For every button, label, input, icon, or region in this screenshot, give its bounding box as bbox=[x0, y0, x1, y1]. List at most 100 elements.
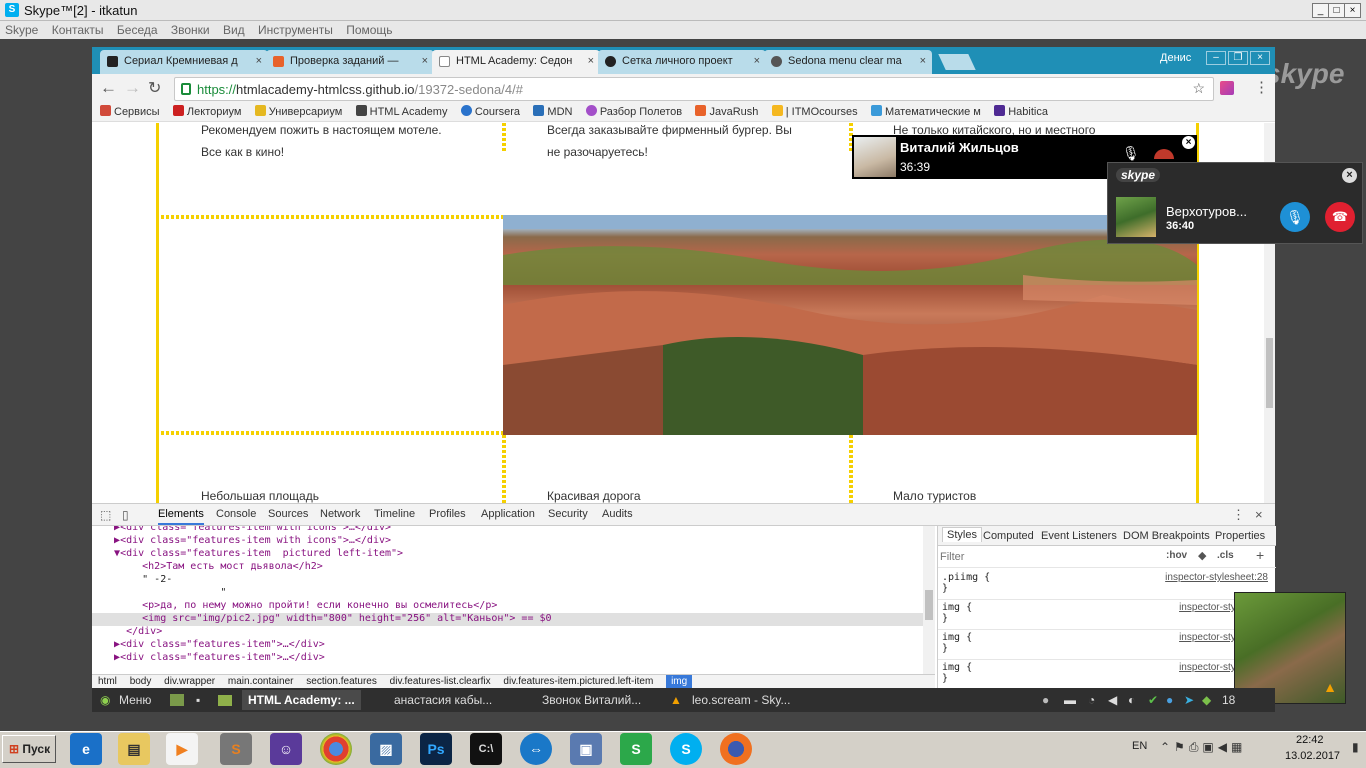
styles-tab-event-listeners[interactable]: Event Listeners bbox=[1041, 530, 1117, 542]
dom-node[interactable]: <p>да, по нему можно пройти! если конечн… bbox=[92, 600, 935, 613]
bookmark-itmocourses[interactable]: | ITMOcourses bbox=[771, 105, 858, 118]
dom-text-node[interactable]: " -2- bbox=[92, 574, 935, 587]
panel-window-call[interactable]: Звонок Виталий... bbox=[542, 693, 641, 707]
devtools-tab-sources[interactable]: Sources bbox=[268, 508, 308, 520]
menu-contacts[interactable]: Контакты bbox=[47, 21, 109, 39]
breadcrumb-item[interactable]: main.container bbox=[228, 675, 294, 688]
devtools-tab-audits[interactable]: Audits bbox=[602, 508, 633, 520]
breadcrumb-item[interactable]: section.features bbox=[306, 675, 377, 688]
styles-tab-dom-breakpoints[interactable]: DOM Breakpoints bbox=[1123, 530, 1210, 542]
panel-window-anastasia[interactable]: анастасия кабы... bbox=[394, 693, 492, 707]
user-icon[interactable]: ● bbox=[1042, 693, 1049, 707]
terminal-icon[interactable] bbox=[170, 694, 184, 706]
browser-close-button[interactable]: × bbox=[1250, 51, 1270, 65]
close-icon[interactable]: × bbox=[1182, 136, 1195, 149]
styles-tab-styles[interactable]: Styles bbox=[942, 527, 982, 542]
bookmark-mdn[interactable]: MDN bbox=[533, 105, 572, 118]
menu-calls[interactable]: Звонки bbox=[166, 21, 215, 39]
hang-up-button[interactable]: ☎ bbox=[1325, 202, 1355, 232]
address-bar[interactable]: https://htmlacademy-htmlcss.github.io/19… bbox=[174, 77, 1214, 101]
tab-close-icon[interactable]: × bbox=[920, 55, 926, 67]
dom-node[interactable]: ▶<div class="features-item">…</div> bbox=[92, 652, 935, 665]
bookmark-coursera[interactable]: Coursera bbox=[460, 105, 520, 118]
bookmark-lectorium[interactable]: Лекториум bbox=[172, 105, 241, 118]
bookmark-services[interactable]: Сервисы bbox=[100, 105, 160, 118]
image-viewer-icon[interactable]: ▨ bbox=[370, 733, 402, 765]
headset-icon[interactable]: ◐ bbox=[1128, 693, 1135, 707]
maximize-button[interactable]: □ bbox=[1328, 3, 1345, 18]
elements-scroll-thumb[interactable] bbox=[925, 590, 933, 620]
chrome-icon[interactable] bbox=[320, 733, 352, 765]
paint-bucket-icon[interactable]: ◆ bbox=[1198, 549, 1206, 562]
dom-node[interactable]: </div> bbox=[92, 626, 935, 639]
bookmark-habitica[interactable]: Habitica bbox=[994, 105, 1048, 118]
css-rule[interactable]: img { } inspector-stylesheet bbox=[938, 630, 1276, 660]
shield-icon[interactable]: ◆ bbox=[1202, 693, 1211, 707]
dom-text-node[interactable]: " bbox=[92, 587, 935, 600]
breadcrumb-item[interactable]: div.wrapper bbox=[164, 675, 215, 688]
devtools-tab-network[interactable]: Network bbox=[320, 508, 360, 520]
tab-close-icon[interactable]: × bbox=[256, 55, 262, 67]
dom-node[interactable]: ▶<div class="features-item">…</div> bbox=[92, 639, 935, 652]
devtools-tab-application[interactable]: Application bbox=[481, 508, 535, 520]
panel-window-html-academy[interactable]: HTML Academy: ... bbox=[242, 690, 361, 710]
clock-time[interactable]: 22:42 bbox=[1296, 734, 1324, 746]
bookmark-javarush[interactable]: JavaRush bbox=[695, 105, 758, 118]
profile-name[interactable]: Денис bbox=[1160, 52, 1191, 64]
css-rule[interactable]: img { } inspector-stylesheet bbox=[938, 600, 1276, 630]
dom-node-selected[interactable]: <img src="img/pic2.jpg" width="800" heig… bbox=[92, 613, 935, 626]
hang-up-icon[interactable] bbox=[1154, 149, 1174, 159]
forward-arrow-icon[interactable]: → bbox=[124, 78, 141, 98]
flag-icon[interactable]: ▬ bbox=[1064, 693, 1076, 707]
devtools-tab-timeline[interactable]: Timeline bbox=[374, 508, 415, 520]
new-tab-button[interactable] bbox=[938, 54, 976, 70]
firefox-icon[interactable] bbox=[720, 733, 752, 765]
mint-menu-button[interactable]: Меню bbox=[119, 693, 151, 707]
bookmark-math[interactable]: Математические м bbox=[871, 105, 981, 118]
breadcrumb-item-active[interactable]: img bbox=[666, 675, 693, 688]
styles-tab-computed[interactable]: Computed bbox=[983, 530, 1034, 542]
app-s-icon[interactable]: S bbox=[620, 733, 652, 765]
hov-toggle[interactable]: :hov bbox=[1166, 550, 1187, 561]
reload-icon[interactable]: ↻ bbox=[148, 78, 161, 98]
microphone-icon[interactable]: 🎙 bbox=[1122, 145, 1140, 162]
breadcrumb-item[interactable]: body bbox=[130, 675, 152, 688]
tab-5[interactable]: Sedona menu clear ma × bbox=[764, 50, 932, 74]
back-arrow-icon[interactable]: ← bbox=[100, 78, 117, 98]
elements-scrollbar[interactable] bbox=[923, 526, 935, 674]
css-rule[interactable]: img { } inspector-stylesheet bbox=[938, 660, 1276, 690]
menu-conversation[interactable]: Беседа bbox=[112, 21, 163, 39]
internet-explorer-icon[interactable]: e bbox=[70, 733, 102, 765]
start-button[interactable]: ⊞ Пуск bbox=[2, 735, 56, 763]
cls-toggle[interactable]: .cls bbox=[1217, 550, 1234, 561]
breadcrumb-item[interactable]: html bbox=[98, 675, 117, 688]
tab-3-active[interactable]: HTML Academy: Седон × bbox=[432, 50, 600, 74]
devtools-tab-console[interactable]: Console bbox=[216, 508, 256, 520]
bookmark-htmlacademy[interactable]: HTML Academy bbox=[355, 105, 447, 118]
devtools-tab-profiles[interactable]: Profiles bbox=[429, 508, 466, 520]
styles-filter-input[interactable] bbox=[940, 549, 1140, 565]
mint-logo-icon[interactable]: ◉ bbox=[100, 693, 110, 707]
dom-node[interactable]: ▶<div class="features-item with icons">…… bbox=[92, 526, 935, 535]
styles-tab-properties[interactable]: Properties bbox=[1215, 530, 1265, 542]
command-prompt-icon[interactable]: C:\ bbox=[470, 733, 502, 765]
inspect-icon[interactable]: ⬚ bbox=[100, 508, 111, 522]
page-scroll-thumb[interactable] bbox=[1266, 338, 1273, 408]
breadcrumb-item[interactable]: div.features-item.pictured.left-item bbox=[503, 675, 653, 688]
network-computer-icon[interactable]: ▣ bbox=[570, 733, 602, 765]
skype-tray-icon[interactable]: ● bbox=[1166, 693, 1173, 707]
minimize-button[interactable]: _ bbox=[1312, 3, 1329, 18]
sublime-text-icon[interactable]: S bbox=[220, 733, 252, 765]
system-tray-icons[interactable]: ⌃⚑⎙▣◀▦ bbox=[1160, 740, 1246, 755]
show-desktop-icon[interactable]: ▮ bbox=[1352, 740, 1359, 754]
extension-icon[interactable] bbox=[1220, 81, 1234, 95]
check-icon[interactable]: ✔ bbox=[1148, 693, 1158, 707]
close-button[interactable]: × bbox=[1344, 3, 1361, 18]
explorer-folder-icon[interactable]: ▤ bbox=[118, 733, 150, 765]
browser-minimize-button[interactable]: – bbox=[1206, 51, 1226, 65]
panel-window-leo-scream[interactable]: leo.scream - Sky... bbox=[692, 693, 790, 707]
close-icon[interactable]: × bbox=[1342, 168, 1357, 183]
devtools-close-icon[interactable]: × bbox=[1255, 507, 1263, 522]
skype-taskbar-icon[interactable]: S bbox=[670, 733, 702, 765]
volume-icon[interactable]: ◀ bbox=[1108, 693, 1117, 707]
